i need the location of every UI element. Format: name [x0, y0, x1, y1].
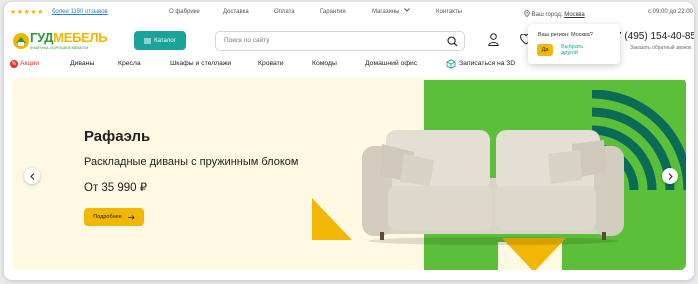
logo-wordmark-part2: МЕБЕЛЬ — [53, 30, 108, 45]
chevron-left-icon — [29, 172, 34, 180]
category-home-office[interactable]: Домашний офис — [365, 60, 417, 67]
catalog-label: Каталог — [154, 37, 176, 44]
region-yes-button[interactable]: Да — [537, 44, 553, 56]
region-label: Ваш город: — [531, 12, 563, 18]
browser-window: ★★★★★ более 1150 отзывов О фабрике Доста… — [4, 2, 694, 280]
nav-contacts[interactable]: Контакты — [436, 9, 462, 15]
category-beds[interactable]: Кровати — [258, 60, 284, 67]
region-question: Ваш регион: Москва? — [538, 32, 593, 38]
search-icon[interactable] — [447, 36, 458, 47]
category-sofas[interactable]: Диваны — [70, 60, 94, 67]
banner-title: Рафаэль — [84, 128, 151, 145]
rating-stars: ★★★★★ — [10, 9, 44, 16]
chevron-right-icon — [668, 172, 673, 180]
search-input[interactable] — [224, 37, 424, 44]
sale-icon: % — [10, 60, 18, 68]
banner-next-button[interactable] — [662, 168, 678, 184]
region-selector[interactable]: Ваш город: Москва — [524, 9, 585, 18]
nav-payment[interactable]: Оплата — [274, 9, 295, 15]
category-dressers[interactable]: Комоды — [312, 60, 337, 67]
hero-banner[interactable]: Рафаэль Раскладные диваны с пружинным бл… — [12, 78, 686, 270]
nav-about[interactable]: О фабрике — [169, 9, 200, 15]
callback-link[interactable]: Заказать обратный звонок — [630, 45, 691, 51]
nav-warranty[interactable]: Гарантия — [320, 9, 346, 15]
category-armchairs[interactable]: Кресла — [118, 60, 141, 67]
banner-subtitle: Раскладные диваны с пружинным блоком — [84, 156, 299, 168]
catalog-menu-icon — [144, 38, 152, 43]
cube-3d-icon — [446, 59, 456, 69]
category-wardrobes[interactable]: Шкафы и стеллажи — [170, 60, 231, 67]
nav-delivery[interactable]: Доставка — [223, 9, 249, 15]
working-hours: с 09:00 до 22:00 — [648, 9, 693, 15]
phone-number[interactable]: 7 (495) 154-40-85 — [616, 31, 694, 42]
category-sale[interactable]: Акции — [20, 60, 39, 67]
sofa-image — [362, 130, 624, 245]
nav-stores[interactable]: Магазины — [372, 8, 410, 15]
logo-subtitle: ФАБРИКА ХОРОШЕЙ МЕБЕЛИ — [30, 45, 89, 50]
banner-more-label: Подробнее — [93, 214, 122, 220]
region-other-link[interactable]: Выбрать другой — [561, 44, 591, 56]
catalog-button[interactable]: Каталог — [134, 31, 186, 50]
logo-wordmark-part1: ГУД — [30, 30, 54, 45]
banner-prev-button[interactable] — [24, 168, 40, 184]
banner-price: От 35 990 ₽ — [84, 182, 148, 194]
category-3d-booking[interactable]: Записаться на 3D — [459, 60, 515, 67]
top-bar: ★★★★★ более 1150 отзывов О фабрике Доста… — [4, 2, 694, 22]
arrow-right-icon — [127, 214, 135, 220]
banner-yellow-shape-left — [312, 198, 352, 240]
banner-more-button[interactable]: Подробнее — [84, 208, 144, 226]
chevron-down-icon — [404, 8, 410, 12]
location-pin-icon — [524, 10, 530, 18]
logo-emblem-icon — [13, 33, 29, 49]
nav-stores-label: Магазины — [372, 9, 400, 15]
site-logo[interactable]: ГУДМЕБЕЛЬ ФАБРИКА ХОРОШЕЙ МЕБЕЛИ — [12, 30, 108, 52]
region-city[interactable]: Москва — [564, 12, 584, 18]
logo-wordmark: ГУДМЕБЕЛЬ — [30, 30, 108, 45]
region-confirm-popup: Ваш регион: Москва? Да Выбрать другой — [528, 24, 620, 64]
reviews-link[interactable]: более 1150 отзывов — [52, 9, 108, 15]
user-icon[interactable] — [488, 33, 499, 46]
search-box[interactable] — [215, 31, 465, 51]
